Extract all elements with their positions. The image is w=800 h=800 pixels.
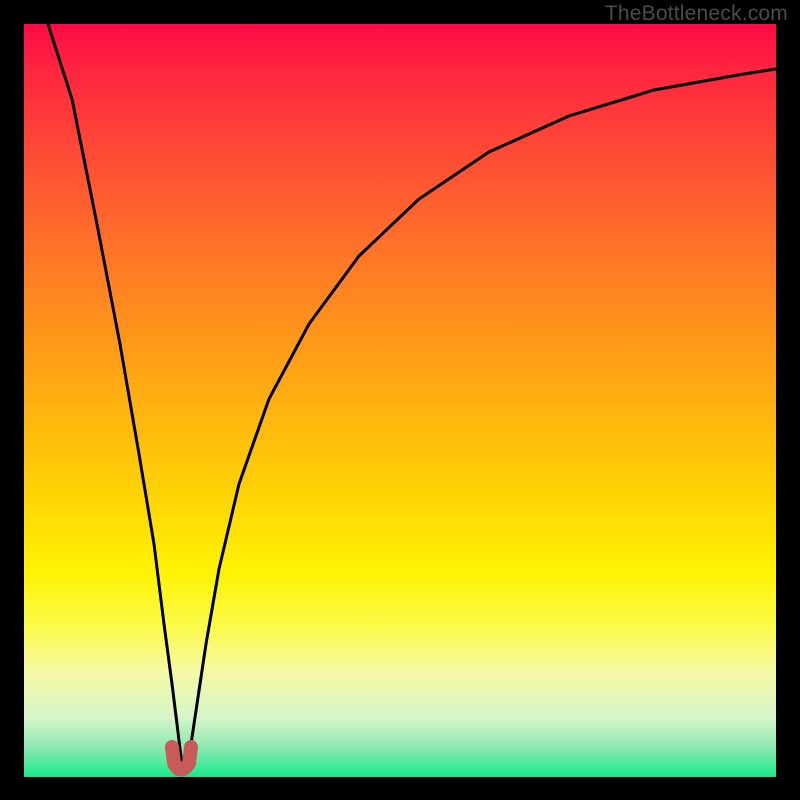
plot-area xyxy=(24,24,776,777)
chart-frame: TheBottleneck.com xyxy=(0,0,800,800)
bottleneck-curve xyxy=(48,24,776,771)
curve-layer xyxy=(24,24,776,777)
watermark-text: TheBottleneck.com xyxy=(605,2,788,26)
